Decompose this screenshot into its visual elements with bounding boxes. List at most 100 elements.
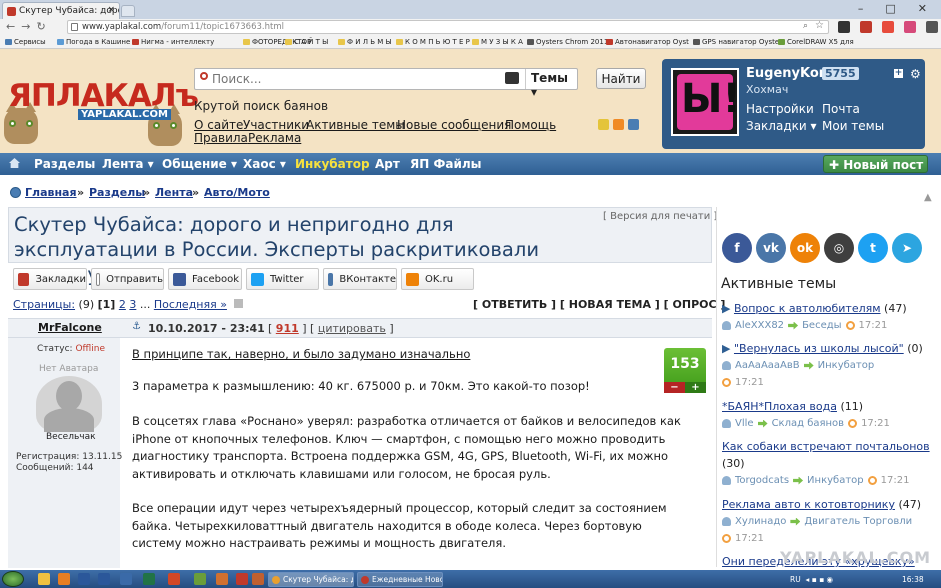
facebook-icon[interactable]: f [722,233,752,263]
post-heading[interactable]: В принципе так, наверно, и было задумано… [132,347,470,361]
extension-icon[interactable] [904,21,916,33]
share-twitter-button[interactable]: Twitter [246,268,319,290]
link-help[interactable]: Помощь [505,118,556,132]
link-rules[interactable]: Правила [194,131,248,145]
user-link-my-topics[interactable]: Мои темы [822,119,884,133]
app-icon[interactable] [236,573,248,585]
extension-icon[interactable] [882,21,894,33]
reload-icon[interactable]: ↻ [36,20,51,33]
post-number-link[interactable]: 911 [276,322,299,335]
avatar[interactable]: Ы! [671,68,739,136]
forward-icon[interactable]: → [21,20,36,33]
share-ok-button[interactable]: OK.ru [401,268,474,290]
nav-sections[interactable]: Разделы [34,157,95,171]
nav-chat[interactable]: Общение ▾ [162,157,237,171]
new-post-button[interactable]: ✚ Новый пост [823,155,928,173]
zoom-icon[interactable]: ⌕ [803,21,808,31]
new-tab-button[interactable] [121,5,135,17]
arrow-down-icon[interactable] [234,299,244,308]
taskbar-task-news[interactable]: Ежедневные Новости [357,572,443,587]
page-link-2[interactable]: 2 [119,298,126,311]
user-link-mail[interactable]: Почта [822,102,860,116]
bookmark-folder[interactable]: Ф И Л Ь М Ы [338,38,392,46]
bookmark-star-icon[interactable]: ☆ [815,20,824,31]
instagram-icon[interactable]: ◎ [824,233,854,263]
anchor-icon[interactable]: ⚓ [132,321,141,332]
site-logo[interactable]: ЯПЛАКАЛъ [8,80,199,112]
maximize-icon[interactable]: □ [885,2,895,18]
page-link-3[interactable]: 3 [129,298,136,311]
active-topic-link[interactable]: "Вернулась из школы лысой" [734,342,904,355]
active-topic-link[interactable]: Вопрос к автолюбителям [734,302,881,315]
coreldraw-icon[interactable] [194,573,206,585]
share-email-button[interactable]: Отправить [91,268,164,290]
nav-files[interactable]: ЯП Файлы [410,157,482,171]
active-topic-link[interactable]: Как собаки встречают почтальонов [722,440,930,453]
media-player-icon[interactable] [58,573,70,585]
link-ads[interactable]: Реклама [248,131,301,145]
close-window-icon[interactable]: ✕ [918,2,927,18]
breadcrumb-auto-moto[interactable]: Авто/Мото [204,186,270,199]
menu-icon[interactable] [926,21,938,33]
pages-label[interactable]: Страницы: [13,298,75,311]
link-about[interactable]: О сайте [194,118,243,132]
back-icon[interactable]: ← [6,20,21,33]
start-button[interactable] [2,571,24,587]
quote-link[interactable]: цитировать [318,322,386,335]
bookmark-item[interactable]: Автонавигатор Oyst [606,38,689,46]
powerpoint-icon[interactable] [168,573,180,585]
extension-icon[interactable] [860,21,872,33]
star-icon[interactable] [598,119,609,130]
rss-icon[interactable] [613,119,624,130]
print-version-link[interactable]: [ Версия для печати ] [603,211,717,222]
explorer-icon[interactable] [38,573,50,585]
share-facebook-button[interactable]: Facebook [168,268,242,290]
post-author[interactable]: MrFalcone [38,321,102,334]
user-link-bookmarks[interactable]: Закладки ▾ [746,119,817,133]
ok-icon[interactable]: ok [790,233,820,263]
breadcrumb-home[interactable]: Главная [25,186,77,199]
word-icon[interactable] [78,573,90,585]
nav-art[interactable]: Арт [375,157,400,171]
bookmark-item[interactable]: CorelDRAW X5 для [778,38,854,46]
twitter-icon[interactable]: t [858,233,888,263]
find-button[interactable]: Найти [596,68,646,89]
bookmark-folder[interactable]: К О М П Ь Ю Т Е Р [396,38,470,46]
nav-chaos[interactable]: Хаос ▾ [243,157,286,171]
gear-icon[interactable]: ⚙ [910,67,921,81]
user-link-settings[interactable]: Настройки [746,102,814,116]
bookmark-item[interactable]: Нигма - интеллекту [132,38,214,46]
bookmark-folder[interactable]: С А Й Т Ы [285,38,328,46]
minimize-icon[interactable]: – [858,2,864,18]
last-page-link[interactable]: Последняя » [154,298,227,311]
active-topic-link[interactable]: *БАЯН*Плохая вода [722,400,837,413]
taskbar-task-browser[interactable]: Скутер Чубайса: до... [268,572,354,587]
bookmark-item[interactable]: Oysters Chrom 2011 [527,38,608,46]
vk-icon[interactable]: vk [756,233,786,263]
scroll-up-icon[interactable]: ▲ [924,192,932,203]
bookmark-item[interactable]: GPS навигатор Oyste [693,38,779,46]
nav-incubator[interactable]: Инкубатор [295,157,370,171]
search-scope-select[interactable]: Темы ▾ [525,69,578,99]
link-members[interactable]: Участники [243,118,309,132]
share-bookmarks-button[interactable]: Закладки [13,268,87,290]
close-tab-icon[interactable]: × [107,5,115,15]
address-bar[interactable]: www.yaplakal.com/forum11/topic1673663.ht… [67,20,829,34]
bookmark-item[interactable]: Сервисы [5,38,46,46]
excel-icon[interactable] [143,573,155,585]
photoshop-icon[interactable] [216,573,228,585]
clock[interactable]: 16:38 [902,575,924,584]
plus-icon[interactable]: + [894,69,903,78]
search-input[interactable] [212,71,492,87]
page-info-icon[interactable] [71,23,78,31]
bookmark-folder[interactable]: М У З Ы К А [472,38,523,46]
language-indicator[interactable]: RU [790,575,801,584]
breadcrumb-feed[interactable]: Лента [155,186,193,199]
username[interactable]: EugenyKom [746,66,832,81]
nav-feed[interactable]: Лента ▾ [102,157,154,171]
bookmark-item[interactable]: Погода в Кашине [57,38,130,46]
share-vk-button[interactable]: ВКонтакте [323,268,397,290]
link-active-topics[interactable]: Активные темы [306,118,405,132]
telegram-icon[interactable]: ➤ [892,233,922,263]
active-topic-link[interactable]: Реклама авто к котовторнику [722,498,895,511]
